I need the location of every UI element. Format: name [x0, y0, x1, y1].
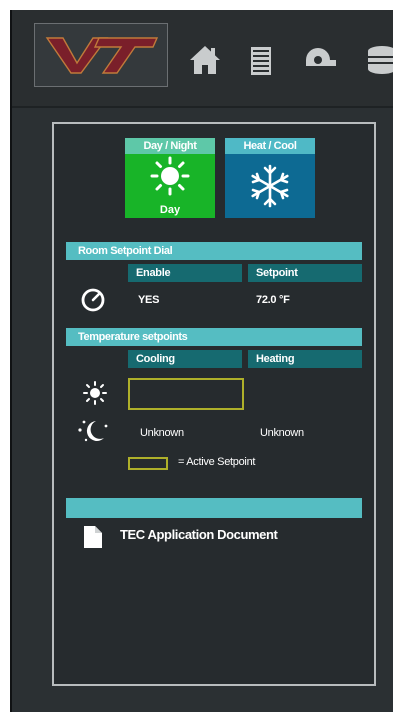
- enable-value: YES: [138, 294, 160, 306]
- tec-application-document-link[interactable]: TEC Application Document: [120, 527, 278, 542]
- active-setpoint-legend: = Active Setpoint: [178, 456, 256, 468]
- day-night-button[interactable]: Day / Night Day: [125, 138, 215, 218]
- chiller-icon[interactable]: [362, 42, 393, 78]
- day-sun-icon: [82, 380, 108, 406]
- vt-logo[interactable]: [34, 23, 168, 87]
- setpoint-value: 72.0 °F: [256, 294, 290, 306]
- dial-icon: [80, 286, 106, 312]
- heat-cool-body: [225, 154, 315, 218]
- sun-icon: [150, 156, 190, 196]
- cooling-column-header: Cooling: [128, 350, 242, 368]
- tec-panel: Day / Night Day Heat / Cool Room Setpoin…: [52, 122, 376, 686]
- snowflake-icon: [251, 164, 289, 208]
- night-heating-value: Unknown: [260, 427, 304, 439]
- documents-header-bar: [66, 498, 362, 518]
- fan-icon[interactable]: [302, 42, 336, 78]
- heating-column-header: Heating: [248, 350, 362, 368]
- day-night-body: Day: [125, 154, 215, 218]
- home-icon[interactable]: [188, 42, 222, 78]
- setpoint-column-header: Setpoint: [248, 264, 362, 282]
- building-icon[interactable]: [244, 42, 278, 78]
- day-night-value: Day: [159, 204, 181, 216]
- document-icon[interactable]: [82, 524, 104, 550]
- app-window: Day / Night Day Heat / Cool Room Setpoin…: [10, 10, 393, 712]
- room-setpoint-header: Room Setpoint Dial: [66, 242, 362, 260]
- temperature-setpoints-header: Temperature setpoints: [66, 328, 362, 346]
- heat-cool-title: Heat / Cool: [225, 138, 315, 154]
- top-nav-bar: [12, 10, 393, 108]
- active-setpoint-legend-swatch: [128, 457, 168, 470]
- day-night-title: Day / Night: [125, 138, 215, 154]
- night-cooling-value: Unknown: [140, 427, 184, 439]
- vt-logo-mark: [45, 37, 159, 74]
- enable-column-header: Enable: [128, 264, 242, 282]
- heat-cool-button[interactable]: Heat / Cool: [225, 138, 315, 218]
- moon-icon: [74, 416, 110, 446]
- day-cooling-setpoint-active[interactable]: [128, 378, 244, 410]
